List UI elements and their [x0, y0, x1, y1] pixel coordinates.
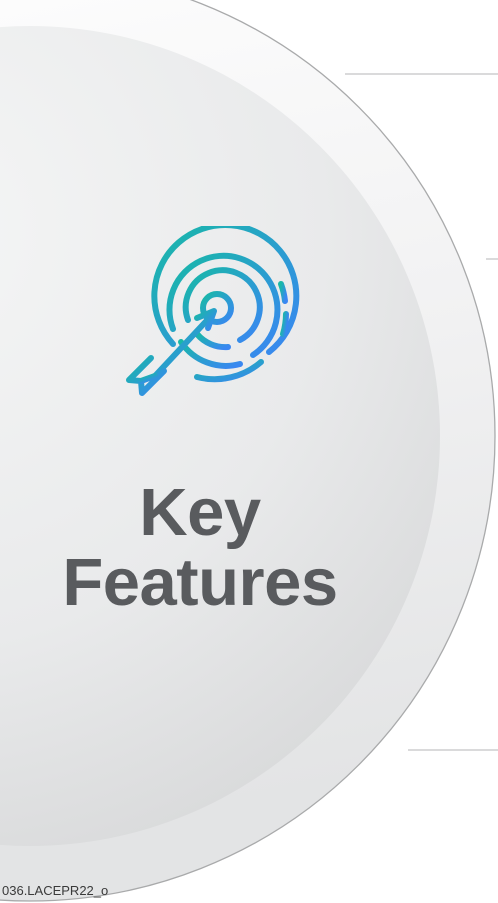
- title-line-features: Features: [62, 545, 338, 620]
- slide-title: Key Features: [40, 478, 360, 618]
- slide-code-label: 036.LACEPR22_o: [2, 883, 109, 898]
- title-line-key: Key: [139, 475, 261, 550]
- decorative-background: [0, 0, 498, 902]
- target-arrow-icon: [126, 226, 300, 396]
- slide-panel: Key Features 036.LACEPR22_o: [0, 0, 498, 903]
